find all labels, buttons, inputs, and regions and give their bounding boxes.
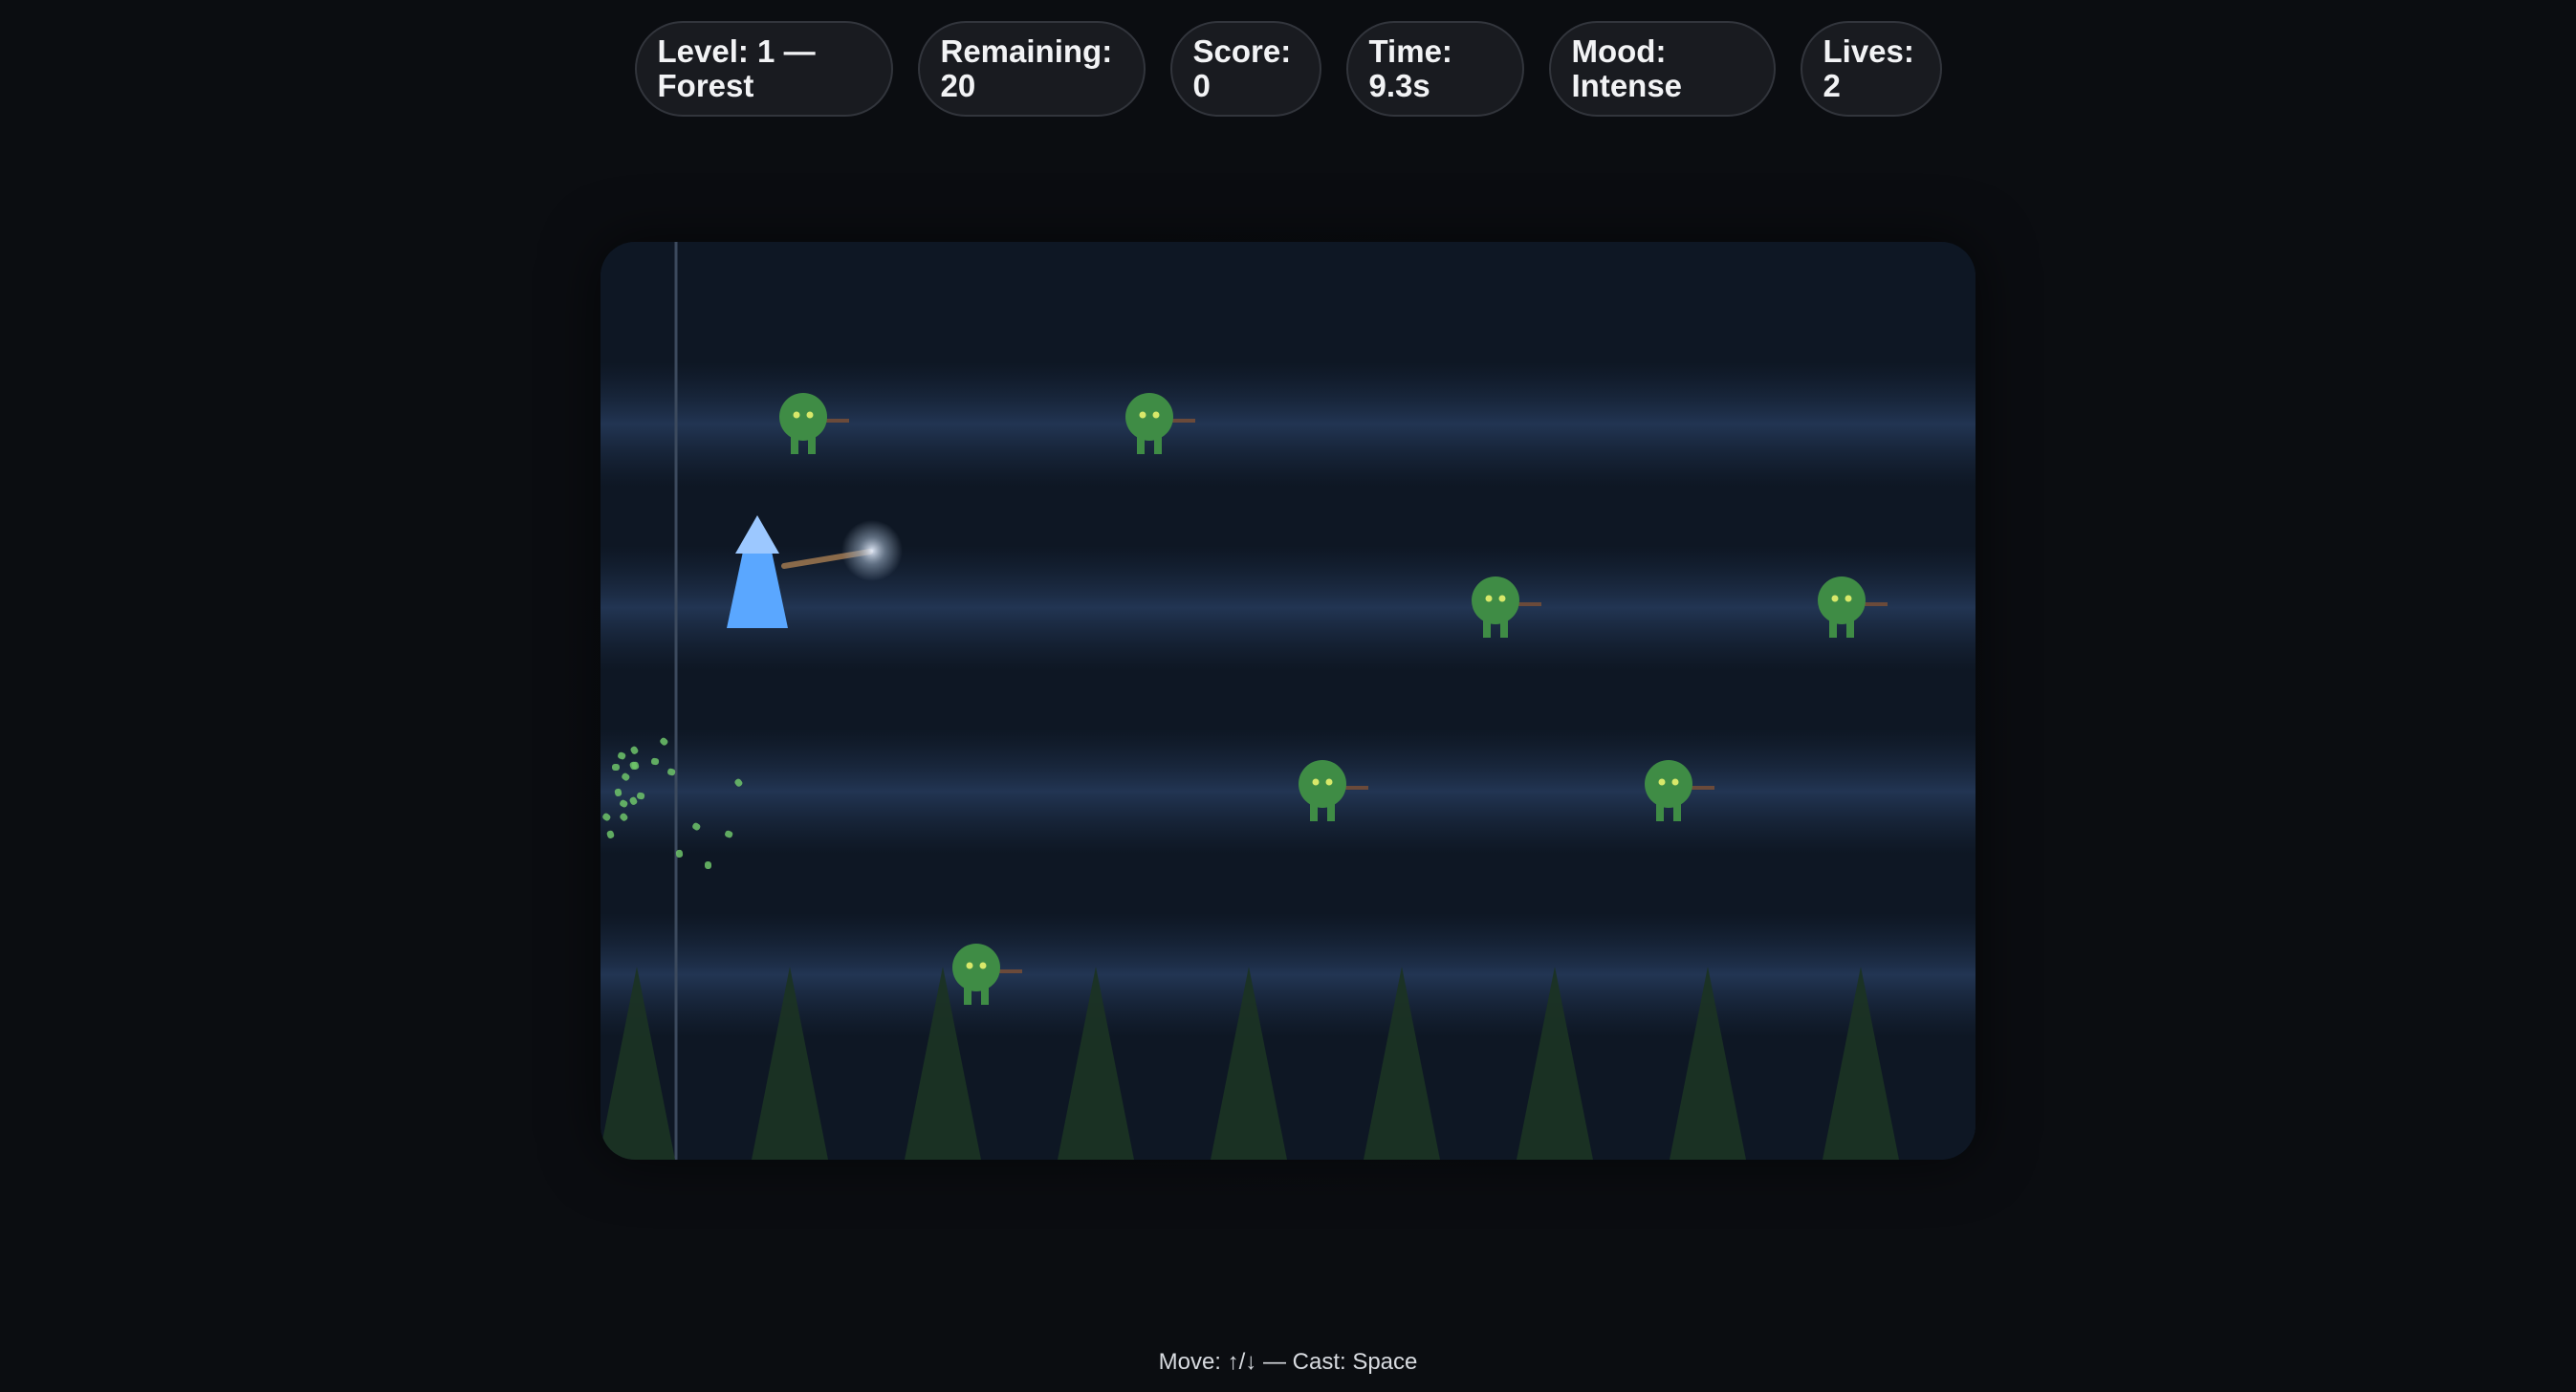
goblin-eye	[1671, 778, 1679, 786]
level-value: Forest	[657, 68, 754, 103]
goblin-eye	[1498, 595, 1506, 602]
time-label: Time:	[1368, 33, 1452, 69]
goblin-eye	[1152, 411, 1160, 419]
goblin-body	[1472, 576, 1519, 624]
goblin-leg	[964, 985, 971, 1005]
score-label: Score:	[1192, 33, 1292, 69]
goblin-body	[1645, 760, 1692, 808]
goblin-leg	[1483, 618, 1491, 638]
lives-value: 2	[1823, 68, 1841, 103]
goblin-eye	[806, 411, 814, 419]
goblin-eye	[1831, 595, 1839, 602]
goblin-leg	[1829, 618, 1837, 638]
goblin-leg	[1846, 618, 1854, 638]
goblin-leg	[1656, 801, 1664, 821]
lane-3	[600, 729, 1976, 854]
goblin-leg	[1310, 801, 1318, 821]
goblin-leg	[981, 985, 989, 1005]
goblin-eye	[1845, 595, 1852, 602]
mood-indicator: Mood: Intense	[1548, 21, 1776, 117]
forest-trees	[600, 967, 1899, 1160]
game-canvas[interactable]	[600, 242, 1976, 1160]
goblin-eye	[1312, 778, 1320, 786]
lives-indicator: Lives: 2	[1800, 21, 1942, 117]
mood-value: Intense	[1571, 68, 1683, 103]
goblin-eye	[1485, 595, 1493, 602]
goblin-eye	[1139, 411, 1146, 419]
goblin-eye	[1325, 778, 1333, 786]
goblin-leg	[808, 434, 816, 454]
goblin-body	[779, 393, 827, 441]
goblin-leg	[1500, 618, 1508, 638]
goblin-leg	[1327, 801, 1335, 821]
remaining-label: Remaining:	[940, 33, 1113, 69]
lane-4	[600, 913, 1976, 1037]
game-scene[interactable]	[600, 242, 1976, 1160]
goblin-eye	[966, 962, 973, 969]
goblin-body	[952, 944, 1000, 991]
goblin-eye	[793, 411, 800, 419]
goblin-body	[1125, 393, 1173, 441]
level-indicator: Level: 1 — Forest	[634, 21, 893, 117]
goblin-body	[1299, 760, 1346, 808]
spell-particle	[704, 860, 712, 869]
goblin-eye	[979, 962, 987, 969]
spell-orb	[841, 520, 903, 581]
score-value: 0	[1192, 68, 1211, 103]
goblin-eye	[1658, 778, 1666, 786]
score-indicator: Score: 0	[1169, 21, 1321, 117]
time-value: 9.3s	[1368, 68, 1430, 103]
time-indicator: Time: 9.3s	[1345, 21, 1524, 117]
controls-hint: Move: ↑/↓ — Cast: Space	[1158, 1349, 1418, 1375]
goblin-body	[1818, 576, 1866, 624]
remaining-value: 20	[940, 68, 976, 103]
goblin-leg	[1154, 434, 1162, 454]
goblin-leg	[1137, 434, 1145, 454]
remaining-indicator: Remaining: 20	[917, 21, 1146, 117]
lives-label: Lives:	[1823, 33, 1914, 69]
goblin-leg	[1673, 801, 1681, 821]
hud-bar: Level: 1 — Forest Remaining: 20 Score: 0…	[0, 21, 2576, 117]
level-label: Level: 1 —	[657, 33, 816, 69]
spell-particle	[612, 764, 620, 771]
goblin-leg	[791, 434, 798, 454]
mood-label: Mood:	[1571, 33, 1667, 69]
